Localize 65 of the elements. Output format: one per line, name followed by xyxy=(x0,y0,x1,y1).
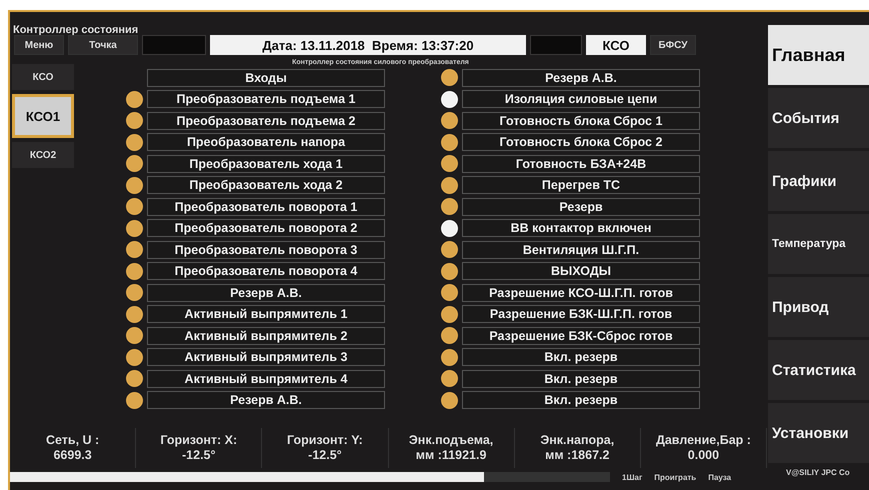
readout-value: -12.5° xyxy=(308,448,342,463)
signal-label: Активный выпрямитель 2 xyxy=(147,326,385,345)
signal-label: Преобразователь хода 1 xyxy=(147,154,385,173)
mode-button[interactable]: БФСУ xyxy=(650,35,696,55)
readout-label: Энк.подъема, xyxy=(408,433,494,448)
signal-label: Активный выпрямитель 4 xyxy=(147,370,385,388)
credit-text: V@SILIY JPC Co xyxy=(785,467,851,477)
toolbar-button[interactable]: Точка xyxy=(68,35,138,55)
signal-label: Резерв xyxy=(462,198,700,216)
readout-label: Горизонт: X: xyxy=(160,433,238,448)
nav-button[interactable]: Температура xyxy=(768,214,869,274)
datetime-field: Дата: 13.11.2018 Время: 13:37:20 xyxy=(210,35,526,55)
signal-label: Преобразователь напора xyxy=(147,133,385,152)
blank-panel xyxy=(142,35,206,55)
signal-label: Активный выпрямитель 3 xyxy=(147,348,385,366)
signal-label: Преобразователь поворота 1 xyxy=(147,198,385,216)
readout-label: Сеть, U : xyxy=(46,433,100,448)
signal-label: Готовность блока Сброс 1 xyxy=(462,112,700,130)
readout-value: мм :11921.9 xyxy=(416,448,486,463)
readout-label: Давление,Бар : xyxy=(656,433,751,448)
playback-button[interactable]: Проиграть xyxy=(654,472,696,482)
signal-label: Преобразователь поворота 4 xyxy=(147,262,385,280)
blank-panel xyxy=(530,35,582,55)
signal-label: Преобразователь подъема 2 xyxy=(147,112,385,130)
sidebar-item[interactable]: КСО2 xyxy=(12,142,74,168)
signal-label: Вкл. резерв xyxy=(462,370,700,388)
readout-value: 6699.3 xyxy=(53,448,92,463)
playback-button[interactable]: Пауза xyxy=(708,472,732,482)
mode-field: КСО xyxy=(586,35,646,55)
signal-label: Резерв А.В. xyxy=(147,284,385,302)
readout-value: 0.000 xyxy=(688,448,720,463)
readout-label: Горизонт: Y: xyxy=(287,433,363,448)
signal-label: Вкл. резерв xyxy=(462,391,700,410)
signal-label: Резерв А.В. xyxy=(147,391,385,410)
signal-label: Разрешение БЗК-Сброс готов xyxy=(462,326,700,345)
sidebar-item[interactable]: КСО1 xyxy=(12,94,74,138)
signal-label: Преобразователь поворота 3 xyxy=(147,240,385,259)
readout-label: Энк.напора, xyxy=(540,433,614,448)
signal-label: Вентиляция Ш.Г.П. xyxy=(462,240,700,259)
signal-label: Разрешение БЗК-Ш.Г.П. готов xyxy=(462,305,700,324)
playback-button[interactable]: 1Шаг xyxy=(622,472,642,482)
signal-label: Готовность БЗА+24В xyxy=(462,154,700,173)
signal-label: Готовность блока Сброс 2 xyxy=(462,133,700,152)
signal-label: Изоляция силовые цепи xyxy=(462,90,700,108)
nav-button[interactable]: События xyxy=(768,88,869,148)
readout-value: -12.5° xyxy=(182,448,216,463)
nav-button[interactable]: Главная xyxy=(768,25,869,85)
nav-button[interactable]: Графики xyxy=(768,151,869,211)
section-header: Входы xyxy=(147,68,385,87)
nav-button[interactable]: Привод xyxy=(768,277,869,337)
signal-label: Перегрев ТС xyxy=(462,176,700,194)
signal-label: Разрешение КСО-Ш.Г.П. готов xyxy=(462,284,700,302)
toolbar-button[interactable]: Меню xyxy=(14,35,64,55)
signal-label: Преобразователь поворота 2 xyxy=(147,219,385,238)
signal-label: ВЫХОДЫ xyxy=(462,262,700,280)
signal-label: Вкл. резерв xyxy=(462,348,700,366)
readout-value: мм :1867.2 xyxy=(545,448,610,463)
nav-button[interactable]: Установки xyxy=(768,403,869,463)
signal-label: Резерв А.В. xyxy=(462,68,700,87)
nav-button[interactable]: Статистика xyxy=(768,340,869,400)
signal-label: Активный выпрямитель 1 xyxy=(147,305,385,324)
signal-label: Преобразователь подъема 1 xyxy=(147,90,385,108)
signal-label: Преобразователь хода 2 xyxy=(147,176,385,194)
sidebar-item[interactable]: КСО xyxy=(12,64,74,90)
signal-label: ВВ контактор включен xyxy=(462,219,700,238)
